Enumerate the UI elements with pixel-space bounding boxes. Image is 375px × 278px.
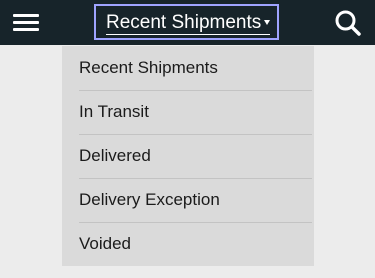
menu-item-recent-shipments[interactable]: Recent Shipments: [62, 46, 314, 90]
menu-item-label: Delivered: [79, 146, 151, 165]
menu-item-delivery-exception[interactable]: Delivery Exception: [62, 178, 314, 222]
search-icon[interactable]: [334, 9, 362, 37]
menu-item-label: In Transit: [79, 102, 149, 121]
title-underline: [106, 34, 270, 35]
hamburger-menu-icon[interactable]: [13, 11, 39, 33]
caret-down-icon: [264, 20, 270, 25]
menu-item-label: Delivery Exception: [79, 190, 220, 209]
menu-item-in-transit[interactable]: In Transit: [62, 90, 314, 134]
shipment-filter-menu: Recent Shipments In Transit Delivered De…: [62, 46, 314, 266]
menu-item-voided[interactable]: Voided: [62, 222, 314, 266]
top-bar: Recent Shipments: [0, 0, 375, 45]
menu-item-label: Voided: [79, 234, 131, 253]
menu-item-label: Recent Shipments: [79, 58, 218, 77]
shipment-filter-label: Recent Shipments: [106, 12, 262, 33]
menu-item-delivered[interactable]: Delivered: [62, 134, 314, 178]
shipment-filter-dropdown-button[interactable]: Recent Shipments: [94, 4, 279, 40]
